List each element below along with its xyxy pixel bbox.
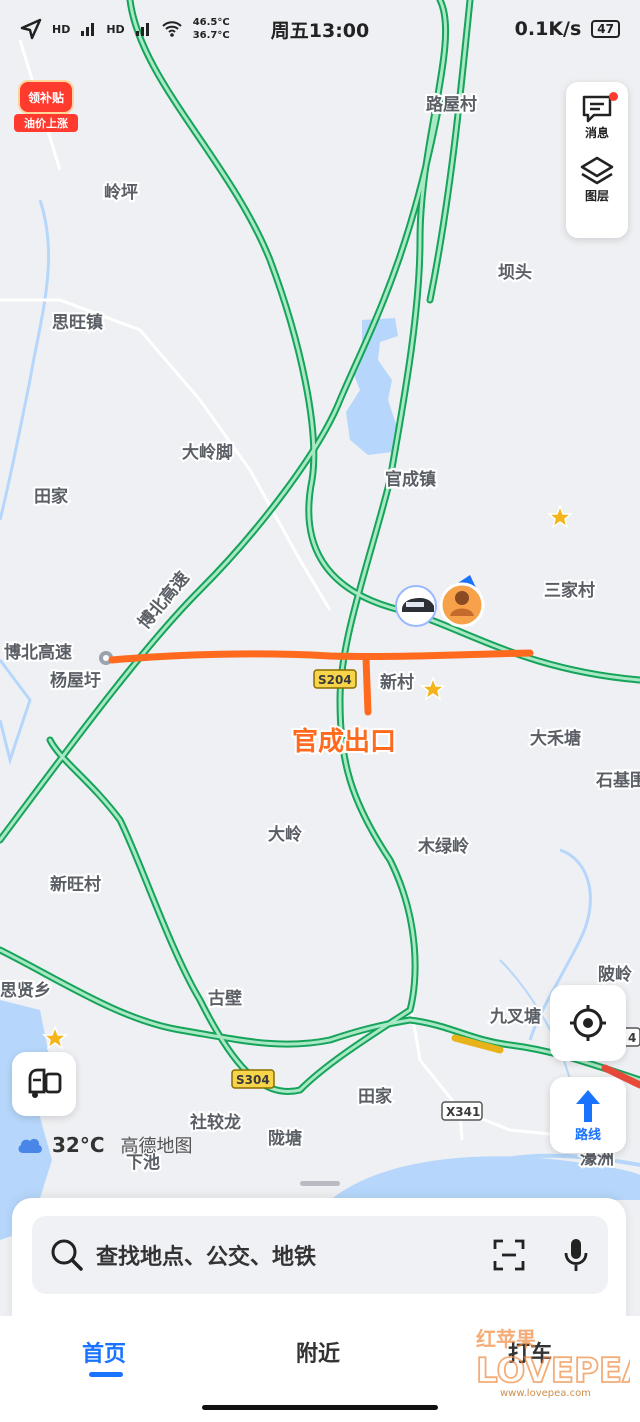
svg-text:X341: X341 [446, 1105, 480, 1119]
road-shield-s204: S204 [313, 669, 357, 689]
wifi-icon [161, 21, 182, 37]
status-left: HD HD 46.5°C 36.7°C [20, 16, 230, 42]
label-tianjia-south: 田家 [358, 1086, 392, 1107]
status-right: 0.1K/s 47 [515, 18, 620, 40]
label-tianjia-west: 田家 [34, 486, 68, 507]
promo-subtitle: 油价上涨 [14, 114, 78, 132]
label-shezhuolong: 社较龙 [189, 1112, 241, 1133]
brand-label: 高德地图 [120, 1136, 193, 1157]
cloud-icon [18, 1138, 42, 1153]
layers-icon [580, 156, 614, 185]
tab-indicator [89, 1372, 123, 1377]
hd-label-1: HD [52, 22, 71, 36]
label-daling-jiao: 大岭脚 [182, 442, 233, 463]
road-shield-s304: S304 [231, 1069, 275, 1089]
crosshair-icon [570, 1005, 606, 1041]
label-sanjiacun: 三家村 [544, 580, 595, 601]
tab-nearby[interactable]: 附近 [296, 1336, 340, 1368]
search-actions [492, 1237, 590, 1273]
messages-label: 消息 [584, 126, 609, 140]
label-expressway-west: 博北高速 [4, 642, 72, 663]
search-placeholder: 查找地点、公交、地铁 [96, 1245, 317, 1270]
locate-button[interactable] [550, 985, 626, 1061]
side-panel: 消息 图层 [566, 82, 628, 238]
sheet-grabber[interactable] [300, 1181, 340, 1186]
svg-text:S204: S204 [318, 673, 352, 687]
label-longtang: 陇塘 [268, 1128, 302, 1149]
microphone-icon[interactable] [562, 1237, 590, 1273]
hd-label-2: HD [106, 22, 125, 36]
label-luwucun: 路屋村 [426, 94, 477, 115]
label-shibiao: 石基围 [595, 770, 640, 791]
svg-text:4: 4 [628, 1031, 636, 1045]
search-bar[interactable]: 查找地点、公交、地铁 [32, 1216, 608, 1294]
temp-1: 46.5°C [192, 17, 230, 28]
layers-label: 图层 [584, 189, 609, 203]
label-xinwangcun: 新旺村 [50, 874, 101, 895]
label-guanchengzhen: 官成镇 [385, 469, 436, 490]
watermark-logo: 红苹果 LOVEPEA www.lovepea.com [475, 1327, 630, 1399]
label-daling: 大岭 [268, 824, 302, 845]
signal-icon [81, 23, 95, 36]
temp-2: 36.7°C [192, 30, 230, 41]
label-yangwuxu: 杨屋圩 [50, 670, 101, 691]
promo-badge[interactable]: 领补贴 油价上涨 [14, 80, 78, 134]
location-arrow-icon [20, 18, 42, 40]
status-time: 周五13:00 [270, 19, 370, 42]
label-duling: 陂岭 [598, 964, 632, 985]
label-gubi: 古壁 [208, 988, 242, 1009]
label-mulingling: 木绿岭 [417, 836, 469, 857]
label-xincun: 新村 [380, 672, 414, 693]
tab-home[interactable]: 首页 [82, 1336, 126, 1368]
bottom-sheet: 查找地点、公交、地铁 [12, 1198, 626, 1328]
notification-dot [609, 92, 618, 101]
svg-text:S304: S304 [236, 1073, 270, 1087]
scan-icon[interactable] [492, 1238, 526, 1272]
search-icon [51, 1239, 83, 1271]
road-shield-x341: X341 [441, 1101, 483, 1121]
temperature-readout: 46.5°C 36.7°C [193, 16, 230, 42]
status-bar: HD HD 46.5°C 36.7°C 周五13:00 0.1K/s 47 [0, 0, 640, 58]
route-label: 路线 [574, 1127, 601, 1143]
label-simaxiang: 思贤乡 [0, 981, 51, 1001]
promo-title: 领补贴 [18, 80, 74, 114]
watermark-love: LOVEPEA [476, 1351, 630, 1391]
annotation-text: 官成出口 [292, 726, 396, 757]
label-lingping: 岭坪 [104, 182, 138, 203]
car-mode-icon [28, 1068, 62, 1098]
weather-widget[interactable]: 32°C 高德地图 [16, 1132, 193, 1158]
label-batou: 坝头 [498, 263, 532, 283]
battery-icon: 47 [591, 20, 620, 38]
net-speed: 0.1K/s [514, 18, 582, 40]
messages-button[interactable]: 消息 [580, 92, 618, 141]
layers-button[interactable]: 图层 [579, 155, 615, 204]
home-indicator [202, 1405, 438, 1410]
weather-temp: 32°C [52, 1133, 105, 1157]
label-jiuchatang: 九叉塘 [489, 1006, 541, 1027]
watermark-brand: 红苹果 [476, 1327, 536, 1351]
route-arrow-icon [576, 1089, 600, 1122]
car-mode-button[interactable] [12, 1052, 76, 1116]
label-siwangzhen: 思旺镇 [52, 312, 103, 333]
label-dahetang: 大禾塘 [530, 728, 581, 749]
route-button[interactable]: 路线 [550, 1077, 626, 1153]
watermark-url: www.lovepea.com [500, 1388, 591, 1399]
signal-icon [135, 23, 149, 36]
